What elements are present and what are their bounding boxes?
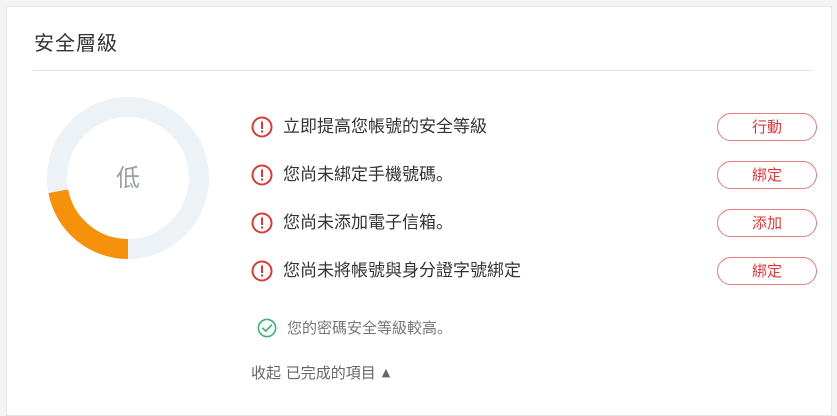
- alert-circle-icon: [251, 260, 273, 282]
- task-text: 您尚未綁定手機號碼。: [283, 165, 453, 185]
- completed-item-text: 您的密碼安全等級較高。: [287, 319, 453, 337]
- task-text: 立即提高您帳號的安全等級: [283, 117, 487, 137]
- security-task-list: 立即提高您帳號的安全等級 行動 您尚未綁定手機號碼。 綁定 您尚未添加電子信箱。…: [251, 113, 817, 305]
- security-level-panel: 安全層級 低 立即提高您帳號的安全等級 行動 您尚未綁定手機號碼。 綁定 您尚未…: [6, 6, 832, 416]
- bind-id-button[interactable]: 綁定: [717, 257, 817, 285]
- action-button[interactable]: 行動: [717, 113, 817, 141]
- alert-circle-icon: [251, 212, 273, 234]
- collapse-completed-toggle[interactable]: 收起 已完成的項目 ▲: [251, 363, 390, 383]
- title-divider: [33, 70, 813, 71]
- check-circle-icon: [257, 318, 277, 338]
- panel-title: 安全層級: [34, 31, 118, 55]
- bind-phone-button[interactable]: 綁定: [717, 161, 817, 189]
- collapse-label: 收起 已完成的項目: [251, 364, 376, 382]
- security-gauge: 低: [47, 97, 209, 259]
- task-row-add-email: 您尚未添加電子信箱。 添加: [251, 209, 817, 257]
- alert-circle-icon: [251, 164, 273, 186]
- alert-circle-icon: [251, 116, 273, 138]
- caret-up-icon: ▲: [381, 366, 391, 379]
- security-level-label: 低: [116, 164, 140, 192]
- task-text: 您尚未將帳號與身分證字號綁定: [283, 261, 521, 281]
- task-text: 您尚未添加電子信箱。: [283, 213, 453, 233]
- add-email-button[interactable]: 添加: [717, 209, 817, 237]
- task-row-bind-phone: 您尚未綁定手機號碼。 綁定: [251, 161, 817, 209]
- task-row-improve-security: 立即提高您帳號的安全等級 行動: [251, 113, 817, 161]
- task-row-bind-id: 您尚未將帳號與身分證字號綁定 綁定: [251, 257, 817, 305]
